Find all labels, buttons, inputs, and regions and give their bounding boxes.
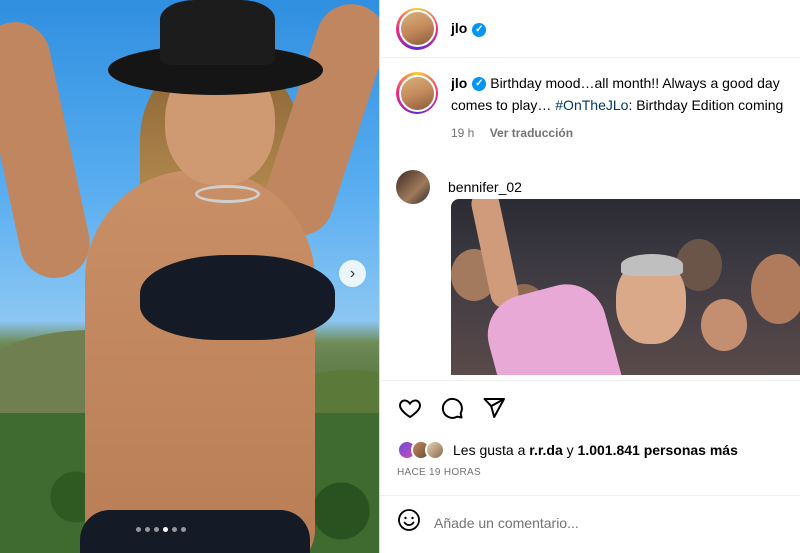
avatar[interactable]	[425, 440, 445, 460]
comment-username[interactable]: bennifer_02	[448, 179, 522, 195]
hashtag-link[interactable]: #OnTheJLo	[555, 97, 628, 113]
comment-input[interactable]	[434, 514, 764, 531]
heart-icon[interactable]	[397, 395, 423, 421]
crowd-person	[751, 254, 800, 324]
likes-user[interactable]: r.r.da	[529, 442, 562, 458]
carousel-dot	[181, 527, 186, 532]
post-timestamp[interactable]: HACE 19 HORAS	[397, 467, 481, 478]
carousel-dot-active	[163, 527, 168, 532]
carousel-dot	[154, 527, 159, 532]
post-photo[interactable]: ›	[0, 0, 379, 553]
crowd-person	[701, 299, 747, 351]
arm	[0, 15, 97, 285]
likes-middle: y	[562, 442, 578, 458]
comment-gif[interactable]	[451, 199, 800, 375]
post-header: jlo ✓	[380, 0, 800, 58]
header-username[interactable]: jlo ✓	[451, 20, 487, 37]
action-bar	[397, 395, 507, 421]
caption-line2: comes to play…	[451, 97, 556, 113]
avatar-image	[398, 74, 436, 112]
person-body	[85, 170, 315, 553]
comment-composer	[397, 508, 764, 537]
likes-count[interactable]: 1.001.841 personas más	[578, 442, 738, 458]
likes-text[interactable]: Les gusta a r.r.da y 1.001.841 personas …	[453, 442, 738, 458]
avatar[interactable]	[396, 170, 430, 204]
smiley-icon[interactable]	[397, 508, 421, 537]
comment-bubble-icon[interactable]	[439, 395, 465, 421]
caption-line1: Birthday mood…all month!! Always a good …	[490, 75, 780, 91]
time-ago: 19 h	[451, 126, 475, 140]
caption-tail: : Birthday Edition coming	[628, 97, 784, 113]
bikini-top	[140, 255, 335, 340]
carousel-dot	[136, 527, 141, 532]
gray-hair	[621, 254, 683, 276]
bikini-bottom	[80, 510, 310, 553]
avatar-image	[398, 10, 436, 47]
likes-prefix: Les gusta a	[453, 442, 530, 458]
carousel-dots	[136, 527, 186, 532]
caption-text: jlo ✓ Birthday mood…all month!! Always a …	[451, 72, 800, 144]
carousel-dot	[145, 527, 150, 532]
avatar[interactable]	[396, 7, 438, 50]
divider	[380, 380, 800, 381]
hat-crown	[160, 0, 275, 65]
likes-row: Les gusta a r.r.da y 1.001.841 personas …	[397, 440, 738, 460]
verified-badge-icon: ✓	[472, 77, 487, 92]
post-details-panel: jlo ✓ jlo ✓ Birthday mood…all month!! Alwa…	[379, 0, 800, 553]
chevron-right-icon[interactable]: ›	[339, 260, 366, 287]
verified-badge-icon: ✓	[472, 22, 487, 37]
paper-plane-icon[interactable]	[481, 395, 507, 421]
caption-meta: 19 h Ver traducción	[451, 122, 800, 144]
divider	[380, 495, 800, 496]
translate-link[interactable]: Ver traducción	[490, 126, 573, 140]
carousel-dot	[172, 527, 177, 532]
necklace	[195, 185, 260, 203]
header-username-text[interactable]: jlo	[451, 20, 467, 36]
caption-block: jlo ✓ Birthday mood…all month!! Always a …	[396, 72, 800, 144]
caption-username[interactable]: jlo	[451, 75, 467, 91]
caption-avatar[interactable]	[396, 72, 438, 114]
